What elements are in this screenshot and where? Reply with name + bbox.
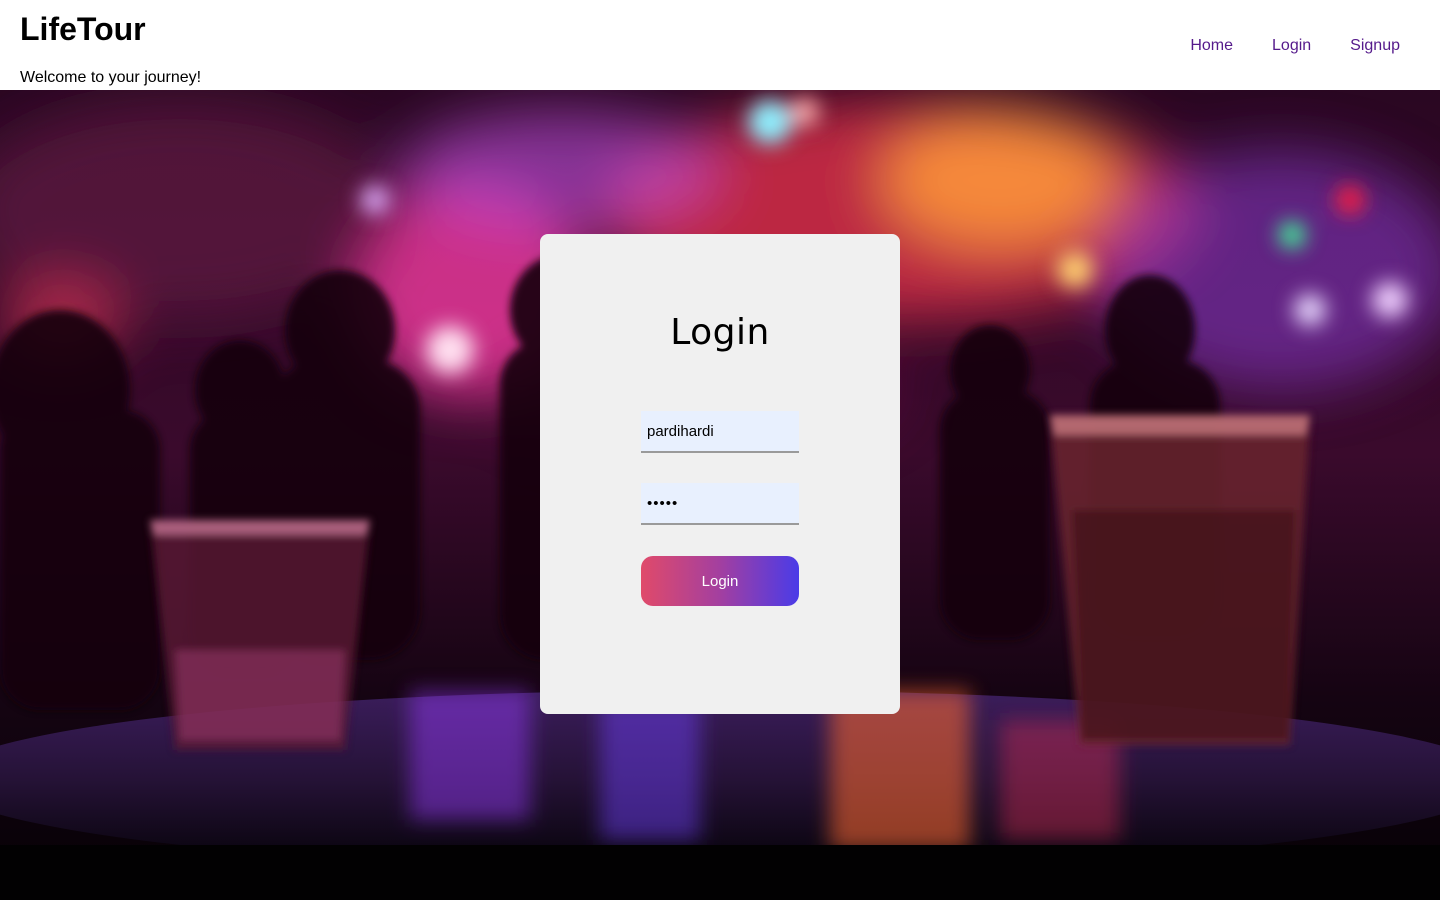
site-header: LifeTour Welcome to your journey! Home L…	[0, 0, 1440, 90]
main-nav: Home Login Signup	[1151, 36, 1400, 56]
hero-section: Login Login	[0, 90, 1440, 900]
login-submit-button[interactable]: Login	[641, 556, 799, 606]
nav-link-signup[interactable]: Signup	[1350, 36, 1400, 56]
nav-link-home[interactable]: Home	[1190, 36, 1233, 56]
nav-link-login[interactable]: Login	[1272, 36, 1311, 56]
site-title: LifeTour	[20, 11, 146, 47]
login-card: Login Login	[540, 234, 900, 714]
login-card-title: Login	[670, 312, 770, 353]
site-tagline: Welcome to your journey!	[20, 69, 202, 86]
password-field[interactable]	[641, 483, 799, 525]
username-field[interactable]	[641, 411, 799, 453]
